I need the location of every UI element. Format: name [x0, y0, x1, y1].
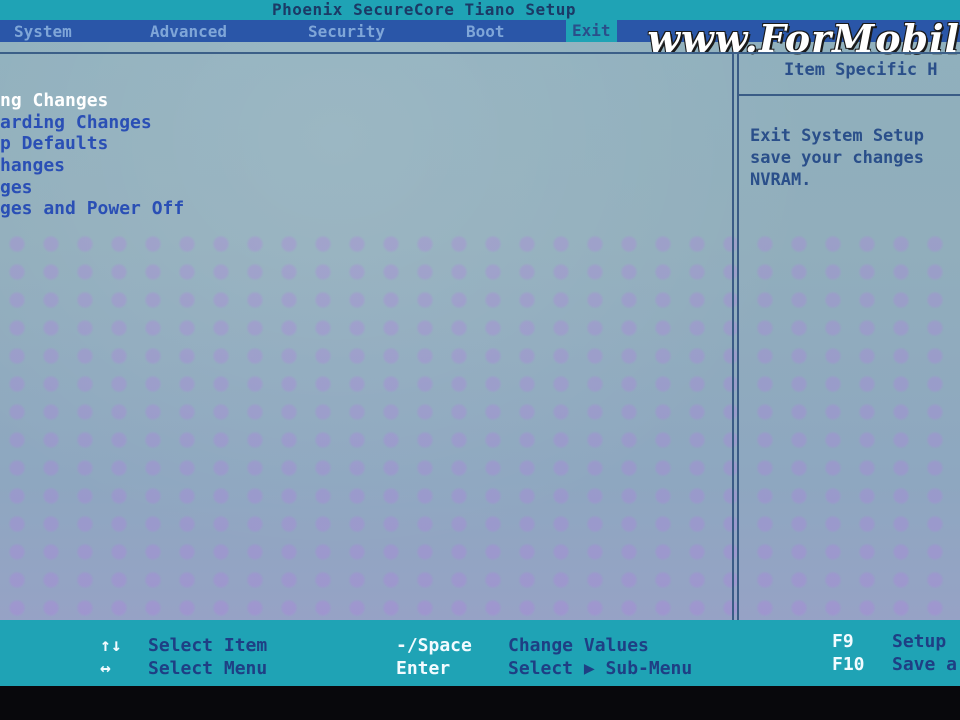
footer-select-menu: Select Menu — [148, 658, 268, 679]
menu-item-advanced[interactable]: Advanced — [150, 22, 227, 41]
menu-item-security[interactable]: Security — [308, 22, 385, 41]
leftright-arrows-icon: ↔ — [100, 658, 111, 679]
footer-key-f9: F9 — [832, 631, 854, 652]
option-save-changes-power-off[interactable]: ges and Power Off — [0, 198, 184, 219]
frame-top-border — [0, 52, 960, 54]
option-load-setup-defaults[interactable]: p Defaults — [0, 133, 108, 154]
watermark-text: www.ForMobil — [647, 16, 960, 61]
footer-key-space: -/Space — [396, 635, 472, 656]
footer-select-item: Select Item — [148, 635, 268, 656]
help-panel-separator — [738, 94, 960, 96]
updown-arrows-icon: ↑↓ — [100, 635, 122, 656]
footer-setup-defaults: Setup — [892, 631, 947, 652]
help-line: save your changes — [750, 148, 924, 168]
help-panel-header: Item Specific H — [784, 60, 938, 80]
menu-item-boot[interactable]: Boot — [466, 22, 505, 41]
help-line: NVRAM. — [750, 170, 812, 190]
bios-screen: Phoenix SecureCore Tiano Setup System Ad… — [0, 0, 960, 686]
screen-moire — [0, 230, 960, 630]
footer-key-f10: F10 — [832, 654, 865, 675]
option-discard-changes[interactable]: hanges — [0, 155, 65, 176]
option-exit-saving-changes[interactable]: ng Changes — [0, 90, 108, 111]
footer-save-and-exit: Save a — [892, 654, 958, 675]
menu-item-exit[interactable]: Exit — [566, 20, 617, 42]
window-title: Phoenix SecureCore Tiano Setup — [272, 0, 576, 19]
key-help-footer: ↑↓ Select Item ↔ Select Menu -/Space Cha… — [0, 620, 960, 686]
footer-select-submenu: Select ▶ Sub-Menu — [508, 658, 693, 679]
option-exit-discarding-changes[interactable]: arding Changes — [0, 112, 152, 133]
monitor-bezel — [0, 686, 960, 720]
menu-item-system[interactable]: System — [14, 22, 72, 41]
option-save-changes[interactable]: ges — [0, 177, 33, 198]
panel-divider — [732, 52, 739, 620]
footer-change-values: Change Values — [508, 635, 649, 656]
footer-key-enter: Enter — [396, 658, 451, 679]
help-line: Exit System Setup — [750, 126, 924, 146]
